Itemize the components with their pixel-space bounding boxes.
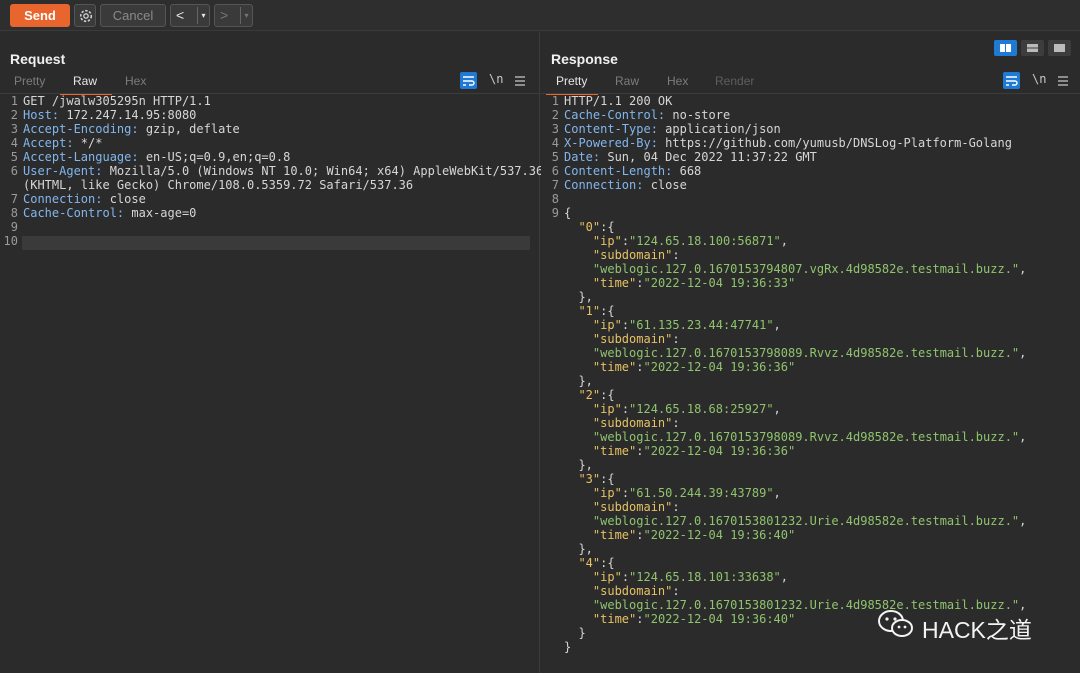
toolbar: Send Cancel < ▾ > ▾ — [0, 0, 1080, 31]
current-line-highlight — [22, 236, 530, 250]
json-value-ip: "124.65.18.101:33638" — [629, 570, 781, 584]
json-key-subdomain: "subdomain" — [592, 248, 673, 262]
json-key-subdomain: "subdomain" — [592, 500, 673, 514]
json-record-id: "4" — [578, 556, 601, 570]
json-key-ip: "ip" — [592, 318, 622, 332]
request-menu-button[interactable] — [514, 72, 531, 89]
json-key-time: "time" — [592, 276, 637, 290]
json-key-time: "time" — [592, 528, 637, 542]
split-horizontal-icon — [1000, 44, 1011, 52]
json-record-id: "3" — [578, 472, 601, 486]
chevron-right-icon: > — [220, 7, 229, 23]
json-value-time: "2022-12-04 19:36:36" — [643, 444, 796, 458]
json-record-id: "0" — [578, 220, 601, 234]
tab-pretty[interactable]: Pretty — [556, 74, 587, 88]
json-key-time: "time" — [592, 612, 637, 626]
response-title: Response — [551, 51, 618, 67]
history-back-dropdown[interactable]: ▾ — [197, 7, 209, 24]
json-key-ip: "ip" — [592, 570, 622, 584]
json-key-subdomain: "subdomain" — [592, 416, 673, 430]
split-horizontal-toggle[interactable] — [994, 40, 1017, 56]
json-key-ip: "ip" — [592, 402, 622, 416]
json-value-subdomain: "weblogic.127.0.1670153801232.Urie.4d985… — [592, 514, 1020, 528]
history-forward-button[interactable]: > ▾ — [214, 4, 253, 27]
json-key-ip: "ip" — [592, 486, 622, 500]
menu-icon — [1058, 76, 1068, 86]
json-value-time: "2022-12-04 19:36:40" — [643, 528, 796, 542]
word-wrap-icon — [1006, 76, 1018, 86]
watermark-text: HACK之道 — [922, 617, 1032, 643]
word-wrap-icon — [463, 76, 475, 86]
json-value-ip: "61.135.23.44:47741" — [629, 318, 774, 332]
wechat-logo-icon — [878, 610, 913, 637]
show-newlines-toggle[interactable]: \n — [489, 72, 503, 86]
json-value-subdomain: "weblogic.127.0.1670153798089.Rvvz.4d985… — [592, 430, 1020, 444]
menu-icon — [515, 76, 525, 86]
history-back-button[interactable]: < ▾ — [170, 4, 210, 27]
tab-raw[interactable]: Raw — [615, 74, 639, 88]
tab-render[interactable]: Render — [715, 74, 754, 88]
json-value-time: "2022-12-04 19:36:40" — [643, 612, 796, 626]
word-wrap-toggle[interactable] — [1003, 72, 1020, 89]
request-tabs: Pretty Raw Hex — [0, 72, 539, 95]
json-key-subdomain: "subdomain" — [592, 584, 673, 598]
json-value-subdomain: "weblogic.127.0.1670153801232.Urie.4d985… — [592, 598, 1020, 612]
response-menu-button[interactable] — [1057, 72, 1074, 89]
chevron-left-icon: < — [176, 7, 185, 23]
json-value-subdomain: "weblogic.127.0.1670153794807.vgRx.4d985… — [592, 262, 1020, 276]
tab-hex[interactable]: Hex — [667, 74, 688, 88]
single-panel-toggle[interactable] — [1048, 40, 1071, 56]
tab-raw[interactable]: Raw — [73, 74, 97, 88]
json-value-subdomain: "weblogic.127.0.1670153798089.Rvvz.4d985… — [592, 346, 1020, 360]
json-value-ip: "124.65.18.68:25927" — [629, 402, 774, 416]
word-wrap-toggle[interactable] — [460, 72, 477, 89]
json-value-ip: "61.50.244.39:43789" — [629, 486, 774, 500]
split-vertical-icon — [1027, 44, 1038, 52]
request-title: Request — [10, 51, 66, 67]
send-button[interactable]: Send — [10, 4, 70, 27]
history-forward-dropdown[interactable]: ▾ — [240, 7, 252, 24]
json-key-subdomain: "subdomain" — [592, 332, 673, 346]
single-panel-icon — [1054, 44, 1065, 52]
settings-gear-icon — [79, 9, 93, 23]
response-tabs: Pretty Raw Hex Render — [541, 72, 1080, 95]
json-value-ip: "124.65.18.100:56871" — [629, 234, 781, 248]
cancel-button[interactable]: Cancel — [100, 4, 166, 27]
json-value-time: "2022-12-04 19:36:33" — [643, 276, 796, 290]
show-newlines-toggle[interactable]: \n — [1032, 72, 1046, 86]
json-key-time: "time" — [592, 444, 637, 458]
json-key-ip: "ip" — [592, 234, 622, 248]
watermark: HACK之道 — [876, 608, 1032, 643]
request-panel: Request Pretty Raw Hex \n 1 GET /jwalw305… — [0, 32, 543, 673]
tab-hex[interactable]: Hex — [125, 74, 146, 88]
json-record-id: "1" — [578, 304, 601, 318]
json-value-time: "2022-12-04 19:36:36" — [643, 360, 796, 374]
json-record-id: "2" — [578, 388, 601, 402]
settings-button[interactable] — [74, 4, 96, 27]
split-vertical-toggle[interactable] — [1021, 40, 1044, 56]
tab-pretty[interactable]: Pretty — [14, 74, 45, 88]
response-panel: Response Pretty Raw Hex Render \n 1 HTTP/… — [541, 32, 1080, 673]
json-key-time: "time" — [592, 360, 637, 374]
